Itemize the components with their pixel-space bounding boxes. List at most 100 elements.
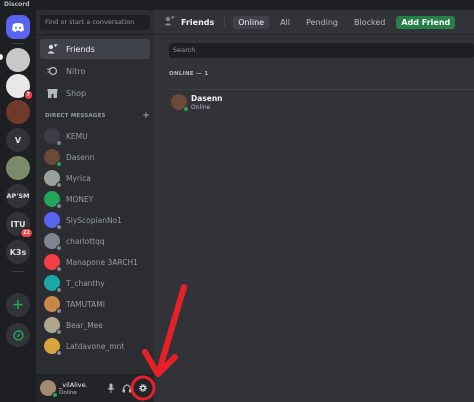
avatar [44,149,62,167]
discord-home-button[interactable] [6,15,30,39]
explore-servers-button[interactable] [6,323,30,347]
user-panel: _vilAlive. Online [36,374,154,402]
title-bar: Discord [0,0,474,10]
online-status-dot [183,106,189,112]
gear-icon [139,384,147,392]
dm-name: KEMU [66,131,88,141]
tab-blocked[interactable]: Blocked [349,16,390,29]
compass-icon [12,329,24,341]
friend-name: Dasenn [191,94,223,103]
friends-main-panel: Friends Online All Pending Blocked Add F… [154,10,474,402]
headphones-button[interactable] [121,382,133,394]
mention-badge: 22 [20,228,33,238]
dm-name: Manapone 3ARCH1 [66,257,138,267]
find-conversation-input[interactable]: Find or start a conversation [40,15,150,30]
friend-row[interactable]: Dasenn Online [169,89,474,113]
sidebar-divider [36,34,154,35]
status-dot [56,308,62,314]
status-dot [56,245,62,251]
status-dot [56,182,62,188]
microphone-button[interactable] [105,382,117,394]
dm-list-item[interactable]: Myrica [40,168,150,188]
dm-list-item[interactable]: T_chanthy [40,273,150,293]
dm-list-item[interactable]: MONEY [40,189,150,209]
dm-name: MONEY [66,194,94,204]
shop-icon [46,87,58,99]
sidebar-item-nitro[interactable]: Nitro [40,61,150,81]
avatar[interactable] [40,380,58,398]
dm-list-item[interactable]: KEMU [40,126,150,146]
friends-search-input[interactable]: Search [169,43,474,58]
dm-list-item[interactable]: Bear_Mee [40,315,150,335]
dm-header-label: DIRECT MESSAGES [45,113,106,119]
friends-toolbar: Friends Online All Pending Blocked Add F… [154,10,474,35]
dm-list-item[interactable]: Dasenn [40,147,150,167]
user-settings-button[interactable] [137,382,149,394]
avatar [171,94,189,112]
dm-name: Dasenn [66,152,95,162]
status-dot [56,140,62,146]
friend-status: Online [191,104,211,111]
server-k3s-button[interactable]: K3s [6,240,30,264]
status-dot [56,203,62,209]
sidebar-item-label: Nitro [66,66,86,76]
dm-list-item[interactable]: TAMUTAMI [40,294,150,314]
status-dot [56,224,62,230]
rail-divider [12,271,24,272]
app-title: Discord [4,1,30,8]
server-apsm-button[interactable]: AP'SM [6,184,30,208]
tab-pending[interactable]: Pending [301,16,343,29]
add-friend-button[interactable]: Add Friend [396,15,456,29]
sidebar-item-label: Shop [66,88,87,98]
friends-icon [46,43,58,55]
avatar [44,317,62,335]
mention-badge: 7 [23,90,33,100]
toolbar-divider [224,16,226,28]
server-2-button[interactable]: 7 [6,74,33,100]
status-dot [56,287,62,293]
username: _vilAlive. [59,381,88,389]
nitro-icon [46,65,58,77]
dm-list-item[interactable]: SlyScopianNo1 [40,210,150,230]
server-itu-button[interactable]: ITU 22 [6,212,33,238]
avatar [44,170,62,188]
dm-name: Latdavone_mnt [66,341,125,351]
status-dot [56,329,62,335]
tab-all[interactable]: All [275,16,295,29]
server-1-button[interactable] [6,48,30,72]
dm-sidebar: Find or start a conversation Friends Nit… [36,10,154,402]
sidebar-item-shop[interactable]: Shop [40,83,150,103]
status-dot [56,161,62,167]
friends-icon [164,15,175,29]
dm-list-item[interactable]: charlottqq [40,231,150,251]
create-dm-button[interactable]: + [142,112,150,121]
server-v-button[interactable]: V [6,128,30,152]
dm-list-item[interactable]: Latdavone_mnt [40,336,150,356]
avatar [44,275,62,293]
sidebar-item-label: Friends [66,44,95,54]
avatar [44,128,62,146]
user-status: Online [59,390,77,396]
server-3-button[interactable] [6,100,30,124]
add-server-button[interactable]: + [6,293,30,317]
rail-divider [12,43,24,44]
dm-name: Bear_Mee [66,320,103,330]
sidebar-item-friends[interactable]: Friends [40,39,150,59]
dm-name: Myrica [66,173,91,183]
avatar [44,254,62,272]
avatar [44,338,62,356]
server-rail: 7 V AP'SM ITU 22 K3s + [0,10,36,402]
dm-list-item[interactable]: Manapone 3ARCH1 [40,252,150,272]
avatar [44,191,62,209]
server-5-button[interactable] [6,156,30,180]
avatar [44,212,62,230]
microphone-icon [107,383,115,393]
online-status-dot [52,392,58,398]
status-dot [56,266,62,272]
page-title: Friends [181,17,215,27]
status-dot [56,350,62,356]
tab-online[interactable]: Online [233,15,270,29]
dm-name: charlottqq [66,236,105,246]
avatar [44,296,62,314]
unread-pill [0,54,3,60]
